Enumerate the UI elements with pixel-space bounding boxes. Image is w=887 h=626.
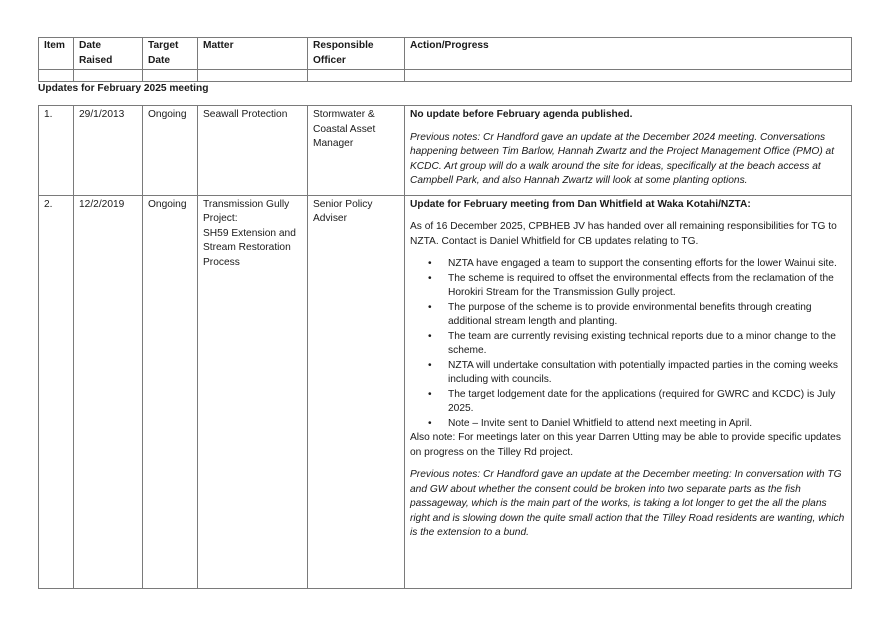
responsible-officer: Senior Policy Adviser bbox=[307, 194, 405, 589]
column-header-action-progress: Action/Progress bbox=[404, 37, 852, 70]
document-page: Item Date Raised Target Date Matter Resp… bbox=[0, 0, 887, 626]
table-row: 2. 12/2/2019 Ongoing Transmission Gully … bbox=[38, 194, 852, 589]
bullet-icon: • bbox=[428, 258, 432, 269]
blank-cell bbox=[197, 69, 308, 82]
list-item: • The purpose of the scheme is to provide… bbox=[428, 301, 812, 328]
list-item: • The team are currently revising existin… bbox=[428, 330, 836, 357]
target-date: Ongoing bbox=[142, 194, 198, 589]
action-progress: No update before February agenda publish… bbox=[404, 105, 852, 196]
header-row: Item Date Raised Target Date Matter Resp… bbox=[38, 37, 852, 70]
blank-cell bbox=[404, 69, 852, 82]
action-progress: Update for February meeting from Dan Whi… bbox=[404, 194, 852, 589]
bullet-icon: • bbox=[428, 388, 432, 400]
matter-line: SH59 Extension and Stream Restoration Pr… bbox=[203, 227, 296, 268]
blank-row bbox=[38, 69, 852, 82]
matter-line: Transmission Gully Project: bbox=[203, 198, 290, 225]
responsible-officer: Stormwater & Coastal Asset Manager bbox=[307, 105, 405, 196]
table-row: 1. 29/1/2013 Ongoing Seawall Protection … bbox=[38, 105, 852, 196]
bullet-icon: • bbox=[428, 330, 432, 342]
item-number: 2. bbox=[38, 194, 74, 589]
previous-notes: Previous notes: Cr Handford gave an upda… bbox=[410, 469, 845, 538]
bullet-icon: • bbox=[428, 301, 432, 313]
bullet-icon: • bbox=[428, 359, 432, 371]
section-heading: Updates for February 2025 meeting bbox=[38, 83, 209, 94]
bullet-icon: • bbox=[428, 272, 432, 284]
also-note: Also note: For meetings later on this ye… bbox=[410, 432, 841, 458]
list-item: • Note – Invite sent to Daniel Whitfield … bbox=[428, 417, 846, 432]
list-item: • The scheme is required to offset the en… bbox=[428, 272, 834, 299]
blank-cell bbox=[307, 69, 405, 82]
column-header-date-raised: Date Raised bbox=[73, 37, 143, 70]
target-date: Ongoing bbox=[142, 105, 198, 196]
matter: Transmission Gully Project: SH59 Extensi… bbox=[197, 194, 308, 589]
matter: Seawall Protection bbox=[197, 105, 308, 196]
column-header-target-date: Target Date bbox=[142, 37, 198, 70]
column-header-matter: Matter bbox=[197, 37, 308, 70]
list-item: • NZTA have engaged a team to support the… bbox=[428, 257, 846, 272]
header-table: Item Date Raised Target Date Matter Resp… bbox=[38, 37, 852, 82]
list-item: • NZTA will undertake consultation with p… bbox=[428, 359, 838, 386]
blank-cell bbox=[73, 69, 143, 82]
update-bullet-list: • NZTA have engaged a team to support the… bbox=[410, 257, 846, 431]
updates-table: 1. 29/1/2013 Ongoing Seawall Protection … bbox=[38, 105, 852, 589]
update-heading: No update before February agenda publish… bbox=[410, 109, 633, 120]
list-item: • The target lodgement date for the appli… bbox=[428, 388, 836, 415]
bullet-icon: • bbox=[428, 417, 432, 429]
previous-notes: Previous notes: Cr Handford gave an upda… bbox=[410, 131, 835, 187]
blank-cell bbox=[38, 69, 74, 82]
date-raised: 12/2/2019 bbox=[73, 194, 143, 589]
date-raised: 29/1/2013 bbox=[73, 105, 143, 196]
update-heading: Update for February meeting from Dan Whi… bbox=[410, 198, 751, 210]
item-number: 1. bbox=[38, 105, 74, 196]
update-intro: As of 16 December 2025, CPBHEB JV has ha… bbox=[410, 221, 837, 247]
blank-cell bbox=[142, 69, 198, 82]
column-header-item: Item bbox=[38, 37, 74, 70]
column-header-responsible-officer: Responsible Officer bbox=[307, 37, 405, 70]
